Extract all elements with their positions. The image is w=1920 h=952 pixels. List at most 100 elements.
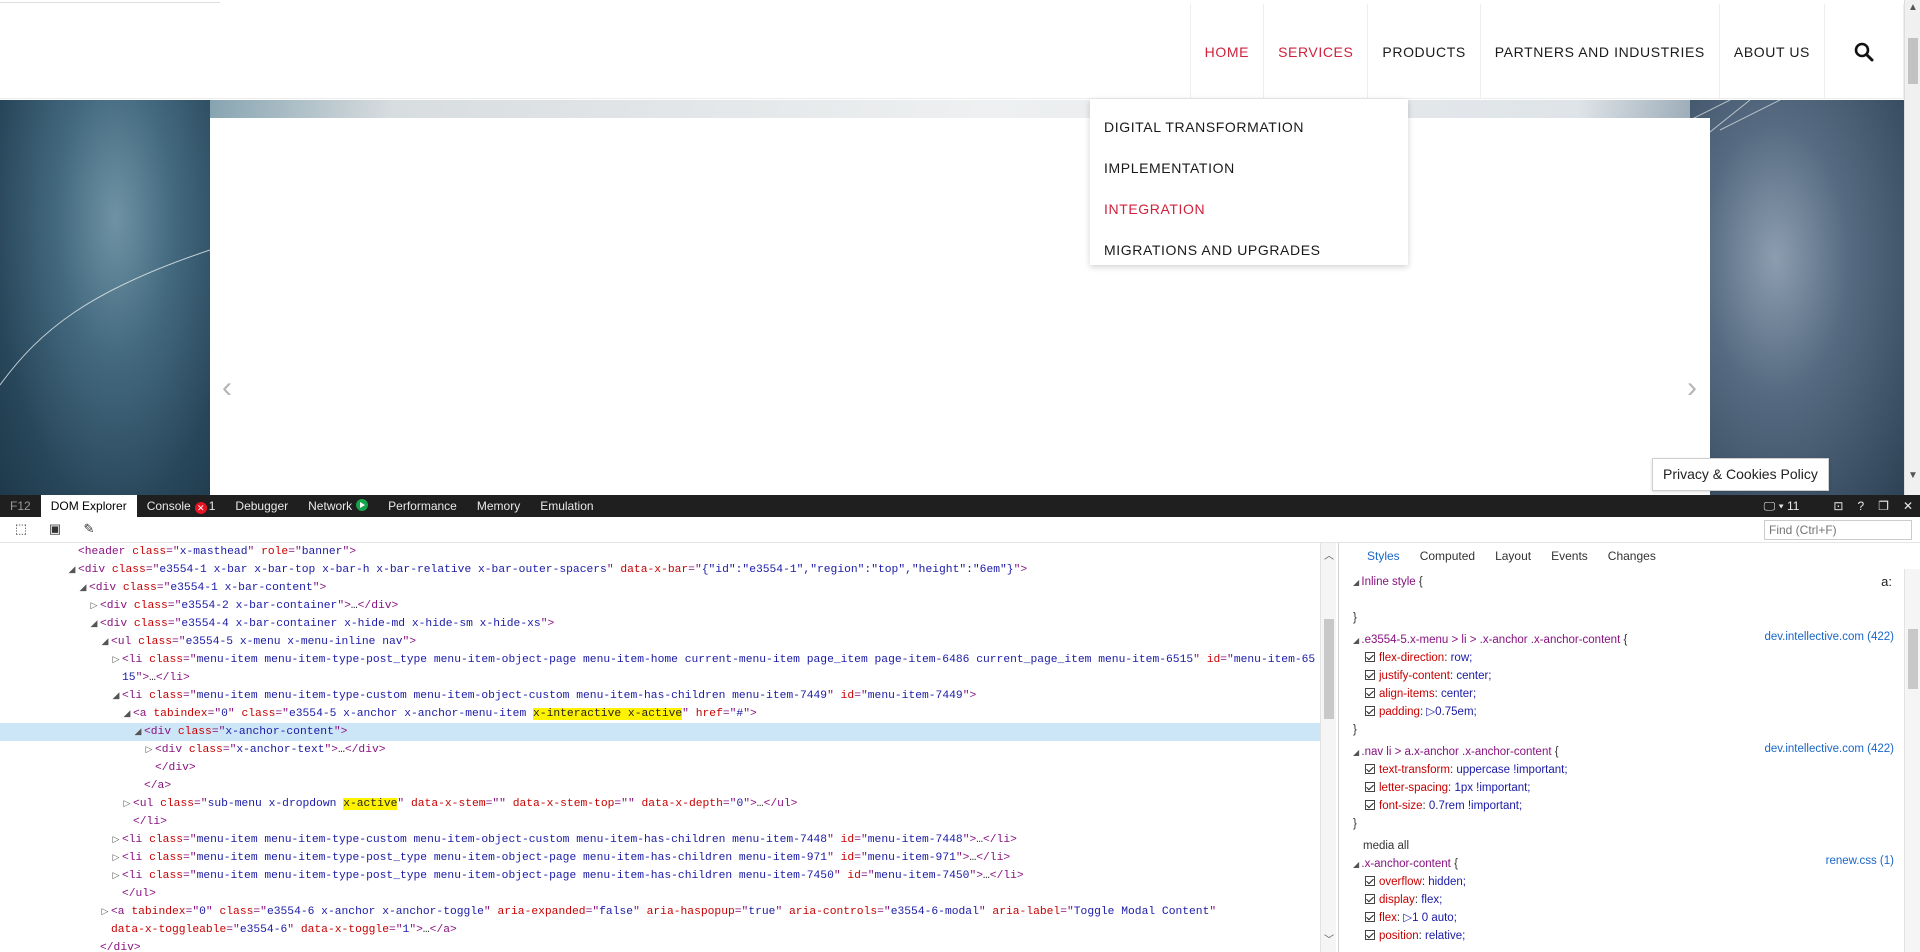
property-value[interactable]: hidden; <box>1428 876 1466 888</box>
dom-tree-line[interactable]: ◢ <div class="e3554-1 x-bar-content"> <box>0 579 1320 597</box>
dom-tree-line[interactable]: ◢ <ul class="e3554-5 x-menu x-menu-inline… <box>0 633 1320 651</box>
tab-dom-explorer[interactable]: DOM Explorer <box>40 495 137 517</box>
dom-tree-line[interactable]: <header class="x-masthead" role="banner"… <box>0 543 1320 561</box>
collapse-icon[interactable]: ◢ <box>110 687 122 705</box>
styles-tab-layout[interactable]: Layout <box>1485 549 1541 563</box>
nav-item-home[interactable]: HOME <box>1189 4 1263 99</box>
dom-tree-line[interactable]: </ul> <box>0 885 1320 903</box>
tab-memory[interactable]: Memory <box>467 495 530 517</box>
style-source-link[interactable]: dev.intellective.com (422) <box>1764 743 1894 755</box>
property-value[interactable]: ▷0.75em; <box>1426 706 1476 718</box>
expand-icon[interactable]: ▷ <box>110 831 122 849</box>
dom-tree-line[interactable]: ▷ <li class="menu-item menu-item-type-pos… <box>0 651 1320 669</box>
nav-item-partners-and-industries[interactable]: PARTNERS AND INDUSTRIES <box>1479 4 1719 99</box>
dom-tree-line[interactable]: </div> <box>0 759 1320 777</box>
document-mode-selector[interactable]: 🖵 ▾ 11 <box>1757 495 1807 517</box>
collapse-icon[interactable]: ◢ <box>121 705 133 723</box>
tab-emulation[interactable]: Emulation <box>530 495 603 517</box>
expand-icon[interactable]: ▷ <box>121 795 133 813</box>
dom-tree-line[interactable]: ◢ <div class="x-anchor-content"> <box>0 723 1320 741</box>
collapse-icon[interactable]: ◢ <box>77 579 89 597</box>
property-value[interactable]: center; <box>1456 670 1491 682</box>
styles-scrollbar[interactable] <box>1904 569 1920 952</box>
dropdown-item[interactable]: IMPLEMENTATION <box>1090 148 1408 189</box>
help-icon[interactable]: ? <box>1850 495 1871 517</box>
slider-prev-arrow[interactable]: ‹ <box>212 368 242 408</box>
dom-tree-line[interactable]: ◢ <li class="menu-item menu-item-type-cus… <box>0 687 1320 705</box>
tab-performance[interactable]: Performance <box>378 495 467 517</box>
dropdown-item[interactable]: MIGRATIONS AND UPGRADES <box>1090 230 1408 271</box>
styles-tab-changes[interactable]: Changes <box>1598 549 1666 563</box>
collapse-icon[interactable]: ◢ <box>66 561 78 579</box>
styles-tab-styles[interactable]: Styles <box>1357 549 1410 563</box>
property-value[interactable]: row; <box>1451 652 1473 664</box>
property-checkbox[interactable] <box>1365 688 1375 698</box>
dom-tree-line[interactable]: </div> <box>0 939 1320 952</box>
property-checkbox[interactable] <box>1365 764 1375 774</box>
dropdown-item[interactable]: DIGITAL TRANSFORMATION <box>1090 107 1408 148</box>
property-checkbox[interactable] <box>1365 800 1375 810</box>
expand-icon[interactable]: ▷ <box>110 849 122 867</box>
dom-tree-line[interactable]: </li> <box>0 813 1320 831</box>
tab-network[interactable]: Network <box>298 495 378 517</box>
scroll-down-icon[interactable]: ▼ <box>1905 468 1920 484</box>
dom-tree-line[interactable]: ◢ <div class="e3554-4 x-bar-container x-h… <box>0 615 1320 633</box>
nav-item-services[interactable]: SERVICES <box>1263 4 1367 99</box>
property-checkbox[interactable] <box>1365 894 1375 904</box>
styles-tab-computed[interactable]: Computed <box>1410 549 1485 563</box>
dom-tree-line[interactable]: ▷ <li class="menu-item menu-item-type-cus… <box>0 831 1320 849</box>
property-value[interactable]: ▷1 0 auto; <box>1403 912 1457 924</box>
close-icon[interactable]: ✕ <box>1896 495 1920 517</box>
property-value[interactable]: flex; <box>1421 894 1442 906</box>
property-checkbox[interactable] <box>1365 782 1375 792</box>
collapse-icon[interactable]: ◢ <box>88 615 100 633</box>
expand-icon[interactable]: ▷ <box>88 597 100 615</box>
page-scrollbar[interactable]: ▲ ▼ <box>1904 0 1920 495</box>
dropdown-item[interactable]: INTEGRATION <box>1090 189 1408 230</box>
property-checkbox[interactable] <box>1365 670 1375 680</box>
property-checkbox[interactable] <box>1365 876 1375 886</box>
style-source-link[interactable]: dev.intellective.com (422) <box>1764 631 1894 643</box>
property-value[interactable]: relative; <box>1425 930 1465 942</box>
collapse-icon[interactable]: ◢ <box>99 633 111 651</box>
property-value[interactable]: uppercase !important; <box>1456 764 1567 776</box>
select-element-icon[interactable]: ⬚ <box>12 521 30 537</box>
collapse-icon[interactable]: ◢ <box>132 723 144 741</box>
add-property-icon[interactable]: a: <box>1881 573 1892 591</box>
color-picker-icon[interactable]: ✎ <box>80 521 98 537</box>
tab-debugger[interactable]: Debugger <box>225 495 298 517</box>
find-input[interactable] <box>1764 520 1912 540</box>
console-toggle-icon[interactable]: ⊡ <box>1826 495 1850 517</box>
expand-icon[interactable]: ▷ <box>143 741 155 759</box>
highlight-element-icon[interactable]: ▣ <box>46 521 64 537</box>
dom-tree-line[interactable]: ▷ <ul class="sub-menu x-dropdown x-active… <box>0 795 1320 813</box>
slider-next-arrow[interactable]: › <box>1677 368 1707 408</box>
dom-tree-line[interactable]: data-x-toggleable="e3554-6" data-x-toggl… <box>0 921 1320 939</box>
styles-tab-events[interactable]: Events <box>1541 549 1598 563</box>
dom-tree-line[interactable]: ◢ <a tabindex="0" class="e3554-5 x-anchor… <box>0 705 1320 723</box>
undock-icon[interactable]: ❐ <box>1871 495 1896 517</box>
dom-tree-line[interactable]: ◢ <div class="e3554-1 x-bar x-bar-top x-b… <box>0 561 1320 579</box>
scroll-thumb[interactable] <box>1908 629 1918 689</box>
dom-tree-line[interactable]: ▷ <div class="x-anchor-text">…</div> <box>0 741 1320 759</box>
scroll-thumb[interactable] <box>1324 619 1334 719</box>
nav-item-products[interactable]: PRODUCTS <box>1367 4 1479 99</box>
expand-icon[interactable]: ▷ <box>110 867 122 885</box>
scroll-up-icon[interactable]: ︿ <box>1321 547 1337 562</box>
property-checkbox[interactable] <box>1365 706 1375 716</box>
scroll-thumb[interactable] <box>1908 38 1918 84</box>
property-value[interactable]: center; <box>1441 688 1476 700</box>
scroll-down-icon[interactable]: ﹀ <box>1321 931 1337 946</box>
dom-tree-line[interactable]: 15">…</li> <box>0 669 1320 687</box>
style-source-link[interactable]: renew.css (1) <box>1826 855 1894 867</box>
dom-tree-line[interactable]: ▷ <li class="menu-item menu-item-type-pos… <box>0 867 1320 885</box>
property-checkbox[interactable] <box>1365 652 1375 662</box>
dom-tree-line[interactable]: ▷ <li class="menu-item menu-item-type-pos… <box>0 849 1320 867</box>
scroll-up-icon[interactable]: ▲ <box>1905 0 1920 16</box>
nav-item-about-us[interactable]: ABOUT US <box>1718 4 1824 99</box>
dom-tree-line[interactable]: ▷ <a tabindex="0" class="e3554-6 x-anchor… <box>0 903 1320 921</box>
expand-icon[interactable]: ▷ <box>99 903 111 921</box>
expand-icon[interactable]: ▷ <box>110 651 122 669</box>
dom-tree-scrollbar[interactable]: ︿ ﹀ <box>1320 543 1336 952</box>
privacy-cookies-button[interactable]: Privacy & Cookies Policy <box>1652 458 1829 491</box>
